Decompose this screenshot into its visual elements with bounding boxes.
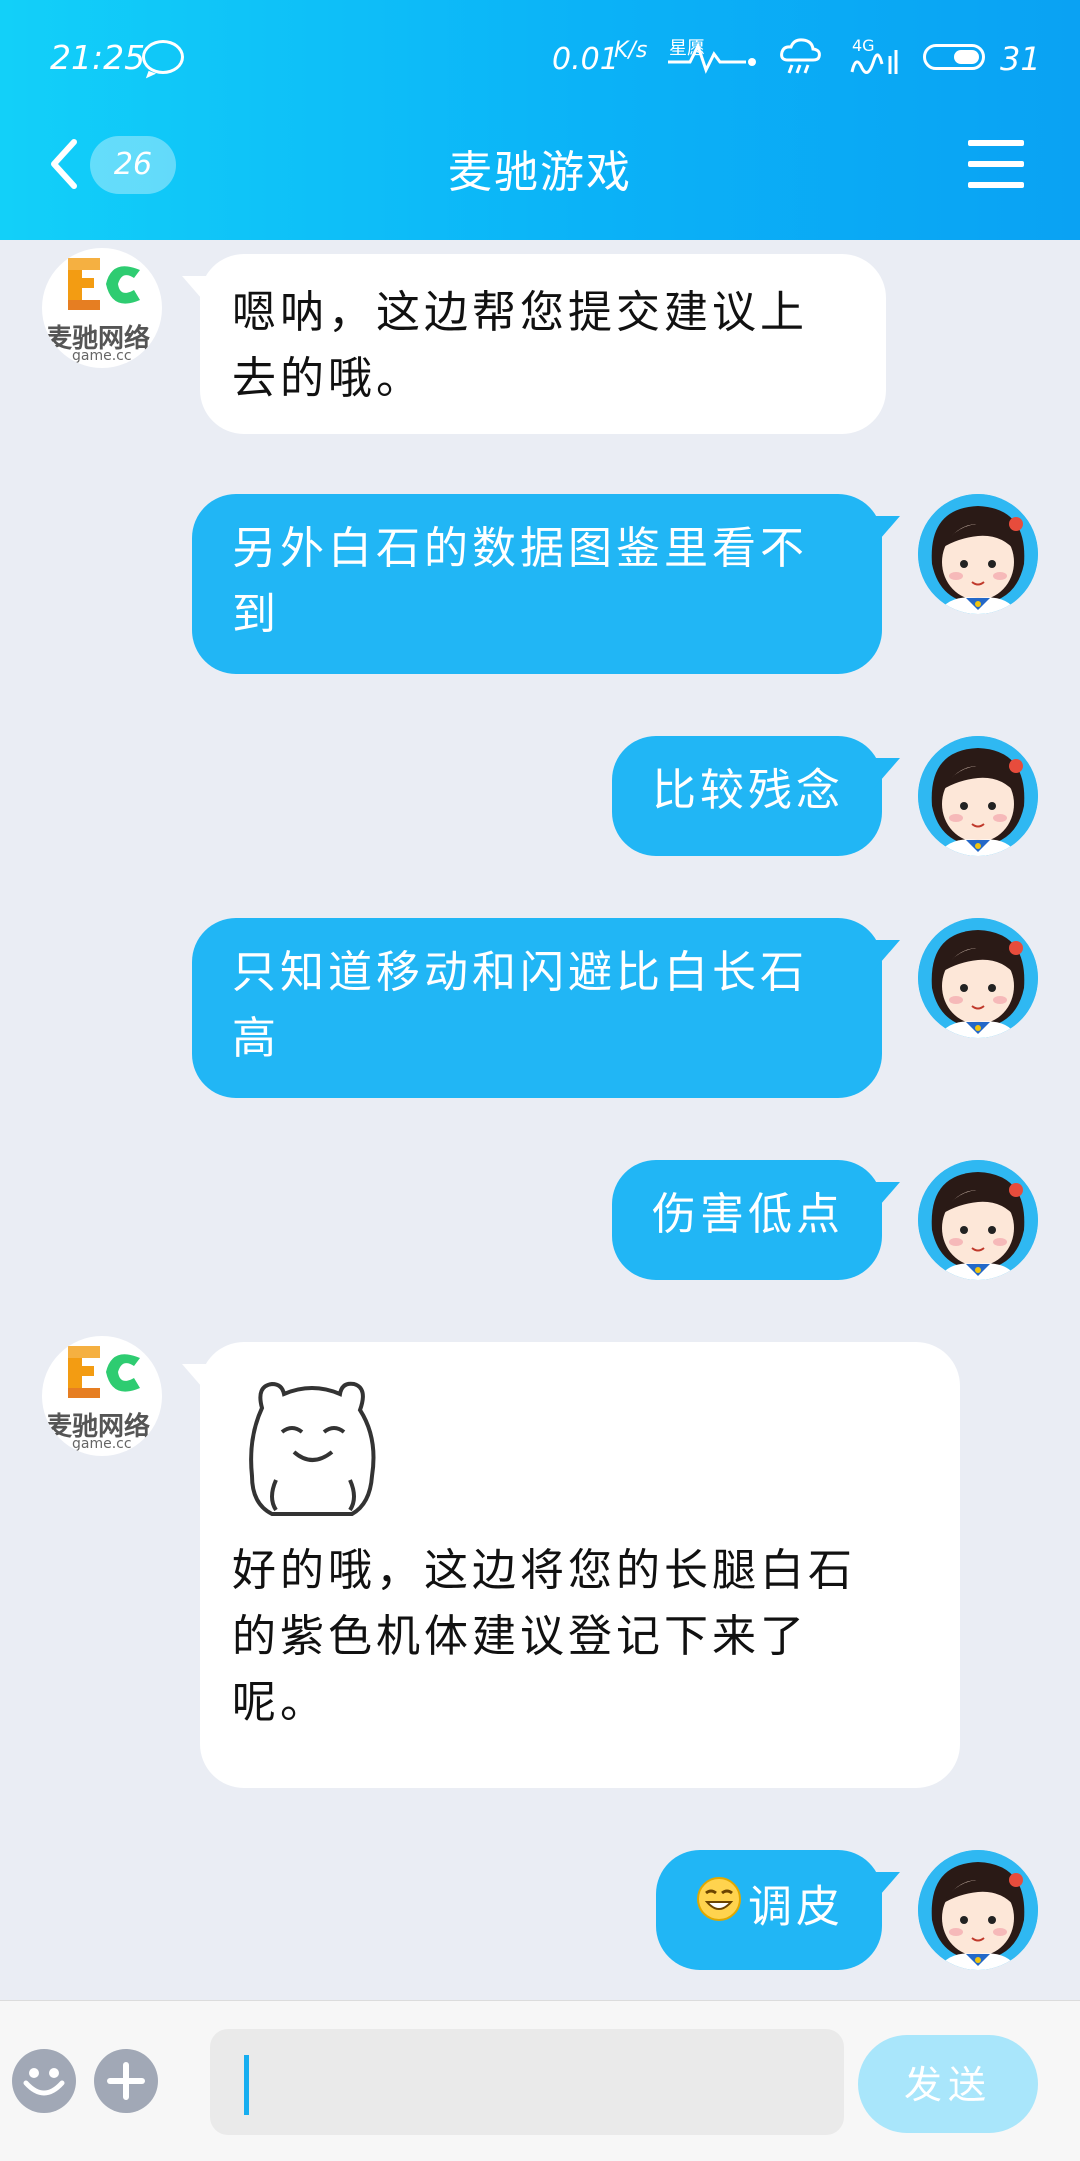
menu-icon[interactable] (968, 140, 1024, 188)
message-text-line: 比较残念 (652, 765, 844, 816)
bubble-tail (874, 1182, 900, 1212)
header-bar: 21:25 0.01 K/s 星愿 4G 31 26 麦驰游戏 (0, 0, 1080, 240)
rain-cloud-icon (780, 38, 821, 74)
emoji-button[interactable] (12, 2049, 76, 2113)
bubble-tail (874, 516, 900, 546)
message-text-line: 另外白石的数据图鉴里看不 (232, 523, 808, 574)
heart-rate-icon (668, 42, 756, 74)
user-avatar[interactable] (918, 918, 1038, 1038)
outgoing-message-bubble[interactable]: 比较残念 (612, 736, 882, 856)
message-text-line: 好的哦，这边将您的长腿白石 (232, 1545, 856, 1596)
message-text-line: 去的哦。 (232, 353, 424, 404)
battery-fill (954, 50, 979, 64)
girl-avatar-icon (918, 494, 1038, 614)
message-text-line: 高 (232, 1013, 280, 1064)
message-text-line: 的紫色机体建议登记下来了 (232, 1611, 808, 1662)
outgoing-message-bubble[interactable]: 伤害低点 (612, 1160, 882, 1280)
message-text-line: 嗯呐，这边帮您提交建议上 (232, 287, 808, 338)
user-avatar[interactable] (918, 736, 1038, 856)
message-text-line: 呢。 (232, 1677, 328, 1728)
input-bar: 发送 (0, 2000, 1080, 2161)
girl-avatar-icon (918, 736, 1038, 856)
girl-avatar-icon (918, 1850, 1038, 1970)
user-avatar[interactable] (918, 1850, 1038, 1970)
bubble-tail (182, 1364, 208, 1394)
bubble-tail (874, 940, 900, 970)
company-avatar[interactable]: 麦驰网络 game.cc (42, 248, 162, 368)
plus-icon (107, 2062, 145, 2100)
girl-avatar-icon (918, 918, 1038, 1038)
outgoing-message-bubble[interactable]: 调皮 (656, 1850, 882, 1970)
user-avatar[interactable] (918, 1160, 1038, 1280)
incoming-message-bubble[interactable]: 好的哦，这边将您的长腿白石 的紫色机体建议登记下来了 呢。 (200, 1342, 960, 1788)
signal-icon (850, 50, 898, 74)
bubble-tail (182, 276, 208, 306)
company-logo-subtext: game.cc (72, 348, 132, 364)
smiley-icon (23, 2068, 65, 2096)
company-logo-subtext: game.cc (72, 1436, 132, 1452)
message-text-line: 伤害低点 (652, 1189, 844, 1240)
bubble-tail (874, 1872, 900, 1902)
user-avatar[interactable] (918, 494, 1038, 614)
chat-title: 麦驰游戏 (448, 147, 632, 198)
battery-icon (923, 44, 985, 70)
status-time: 21:25 (50, 38, 146, 77)
message-input[interactable] (210, 2029, 844, 2135)
more-button[interactable] (94, 2049, 158, 2113)
bear-smirk-sticker[interactable] (232, 1368, 392, 1520)
girl-avatar-icon (918, 1160, 1038, 1280)
net-speed-unit: K/s (614, 38, 648, 63)
net-speed: 0.01 (552, 42, 619, 77)
incoming-message-bubble[interactable]: 嗯呐，这边帮您提交建议上 去的哦。 (200, 254, 886, 434)
bubble-tail (874, 758, 900, 788)
message-text-line: 调皮 (696, 1872, 848, 1941)
message-text-line: 到 (232, 589, 280, 640)
battery-percent: 31 (1000, 40, 1041, 78)
outgoing-message-bubble[interactable]: 另外白石的数据图鉴里看不到 (192, 494, 882, 674)
grin-emoji (696, 1875, 742, 1941)
message-text: 调皮 (748, 1881, 844, 1933)
company-avatar[interactable]: 麦驰网络 game.cc (42, 1336, 162, 1456)
message-text-line: 只知道移动和闪避比白长石 (232, 947, 808, 998)
text-caret (244, 2055, 249, 2115)
outgoing-message-bubble[interactable]: 只知道移动和闪避比白长石高 (192, 918, 882, 1098)
message-notification-icon (142, 40, 184, 74)
send-button[interactable]: 发送 (858, 2035, 1038, 2133)
